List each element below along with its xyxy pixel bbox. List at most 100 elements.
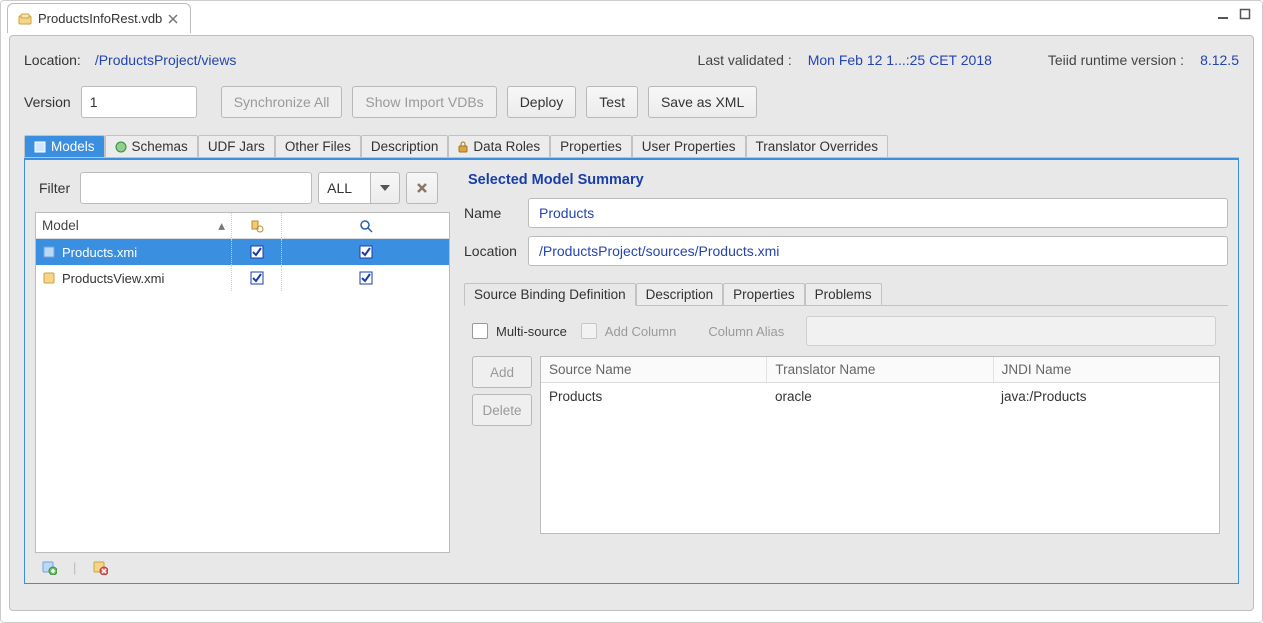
remove-model-icon[interactable] [92,559,108,575]
tab-other-files[interactable]: Other Files [275,135,361,157]
visibility-column-header[interactable] [232,213,282,238]
subtab-problems[interactable]: Problems [805,283,882,305]
file-tab-bar: ProductsInfoRest.vdb [1,1,1262,35]
filter-row: Filter ALL [35,172,450,204]
main-tabs: Models Schemas UDF Jars Other Files Desc… [24,132,1239,158]
tab-data-roles-label: Data Roles [473,139,540,154]
last-validated-value: Mon Feb 12 1...:25 CET 2018 [808,52,992,68]
multi-source-checkbox[interactable]: Multi-source [472,323,567,339]
col-jndi-name[interactable]: JNDI Name [994,357,1219,382]
test-button[interactable]: Test [586,86,638,118]
left-footer: | [35,553,450,575]
close-icon[interactable] [168,14,178,24]
checkbox-icon [472,323,488,339]
summary-title: Selected Model Summary [468,172,1228,188]
model-name: ProductsView.xmi [62,271,164,286]
vdb-icon [18,12,32,26]
checkbox-checked-icon[interactable] [359,271,373,285]
editor-window: ProductsInfoRest.vdb Location: /Products… [0,0,1263,623]
name-field[interactable]: Products [528,198,1228,228]
model-column-header[interactable]: Model ▴ [36,213,232,238]
subtab-properties[interactable]: Properties [723,283,805,305]
file-tab[interactable]: ProductsInfoRest.vdb [7,3,191,33]
clear-filter-button[interactable] [406,172,438,204]
tab-data-roles[interactable]: Data Roles [448,135,550,157]
tab-translator-overrides[interactable]: Translator Overrides [746,135,889,157]
col-source-name[interactable]: Source Name [541,357,767,382]
filter-label: Filter [35,180,74,196]
tab-udf-jars[interactable]: UDF Jars [198,135,275,157]
add-column-checkbox: Add Column [581,323,677,339]
deploy-button[interactable]: Deploy [507,86,577,118]
runtime-version-label: Teiid runtime version : [1048,52,1184,68]
bindings-header: Source Name Translator Name JNDI Name [541,357,1219,383]
right-column: Selected Model Summary Name Products Loc… [464,172,1228,575]
add-binding-button: Add [472,356,532,388]
save-as-xml-button[interactable]: Save as XML [648,86,757,118]
model-table: Model ▴ [35,212,450,553]
checkbox-checked-icon[interactable] [250,245,264,259]
chevron-down-icon[interactable] [370,172,400,204]
lock-icon [458,141,468,153]
search-column-header[interactable] [282,213,449,238]
info-row: Location: /ProductsProject/views Last va… [24,52,1239,68]
synchronize-all-button: Synchronize All [221,86,343,118]
checkbox-checked-icon[interactable] [359,245,373,259]
col-translator-name[interactable]: Translator Name [767,357,993,382]
filter-scope-value: ALL [318,172,370,204]
location-field[interactable]: /ProductsProject/sources/Products.xmi [528,236,1228,266]
source-binding-panel: Multi-source Add Column Column Alias Add… [464,306,1228,575]
filter-scope-combo[interactable]: ALL [318,172,400,204]
checkbox-checked-icon[interactable] [250,271,264,285]
models-icon [34,141,46,153]
filter-input[interactable] [80,172,312,204]
tab-schemas[interactable]: Schemas [105,135,198,157]
models-content: Filter ALL Model [24,158,1239,584]
left-column: Filter ALL Model [35,172,450,575]
binding-source: Products [541,383,767,409]
last-validated-label: Last validated : [698,52,792,68]
summary-sub-tabs: Source Binding Definition Description Pr… [464,280,1228,306]
show-import-vdbs-button: Show Import VDBs [352,86,496,118]
minimize-icon[interactable] [1216,7,1230,21]
model-table-header: Model ▴ [36,213,449,239]
binding-jndi: java:/Products [993,383,1219,409]
tab-models-label: Models [51,139,95,154]
visibility-header-icon [250,219,264,233]
location-value: /ProductsProject/views [95,52,237,68]
tab-properties[interactable]: Properties [550,135,632,157]
subtab-source-binding[interactable]: Source Binding Definition [464,283,636,306]
tab-models[interactable]: Models [24,135,105,157]
multisource-row: Multi-source Add Column Column Alias [472,316,1220,346]
table-row[interactable]: ProductsView.xmi [36,265,449,291]
view-model-icon [42,271,56,285]
source-model-icon [42,245,56,259]
column-alias-input [806,316,1216,346]
tab-schemas-label: Schemas [132,139,188,154]
version-input[interactable] [81,86,197,118]
subtab-description[interactable]: Description [636,283,724,305]
schemas-icon [115,141,127,153]
binding-translator: oracle [767,383,993,409]
table-row[interactable]: Products oracle java:/Products [541,383,1219,409]
file-tab-label: ProductsInfoRest.vdb [38,11,162,26]
add-model-icon[interactable] [41,559,57,575]
window-controls [1216,7,1252,21]
name-label: Name [464,205,528,221]
source-bindings-row: Add Delete Source Name Translator Name J… [472,356,1220,534]
editor-panel: Location: /ProductsProject/views Last va… [9,35,1254,611]
version-label: Version [24,94,71,110]
column-alias-label: Column Alias [708,324,784,339]
search-icon [359,219,373,233]
source-bindings-table: Source Name Translator Name JNDI Name Pr… [540,356,1220,534]
toolbar: Version Synchronize All Show Import VDBs… [24,86,1239,118]
tab-user-properties[interactable]: User Properties [632,135,746,157]
location-label-sm: Location [464,243,528,259]
table-row[interactable]: Products.xmi [36,239,449,265]
delete-binding-button: Delete [472,394,532,426]
model-name: Products.xmi [62,245,137,260]
runtime-version-value: 8.12.5 [1200,52,1239,68]
location-label: Location: [24,52,81,68]
tab-description[interactable]: Description [361,135,449,157]
maximize-icon[interactable] [1238,7,1252,21]
